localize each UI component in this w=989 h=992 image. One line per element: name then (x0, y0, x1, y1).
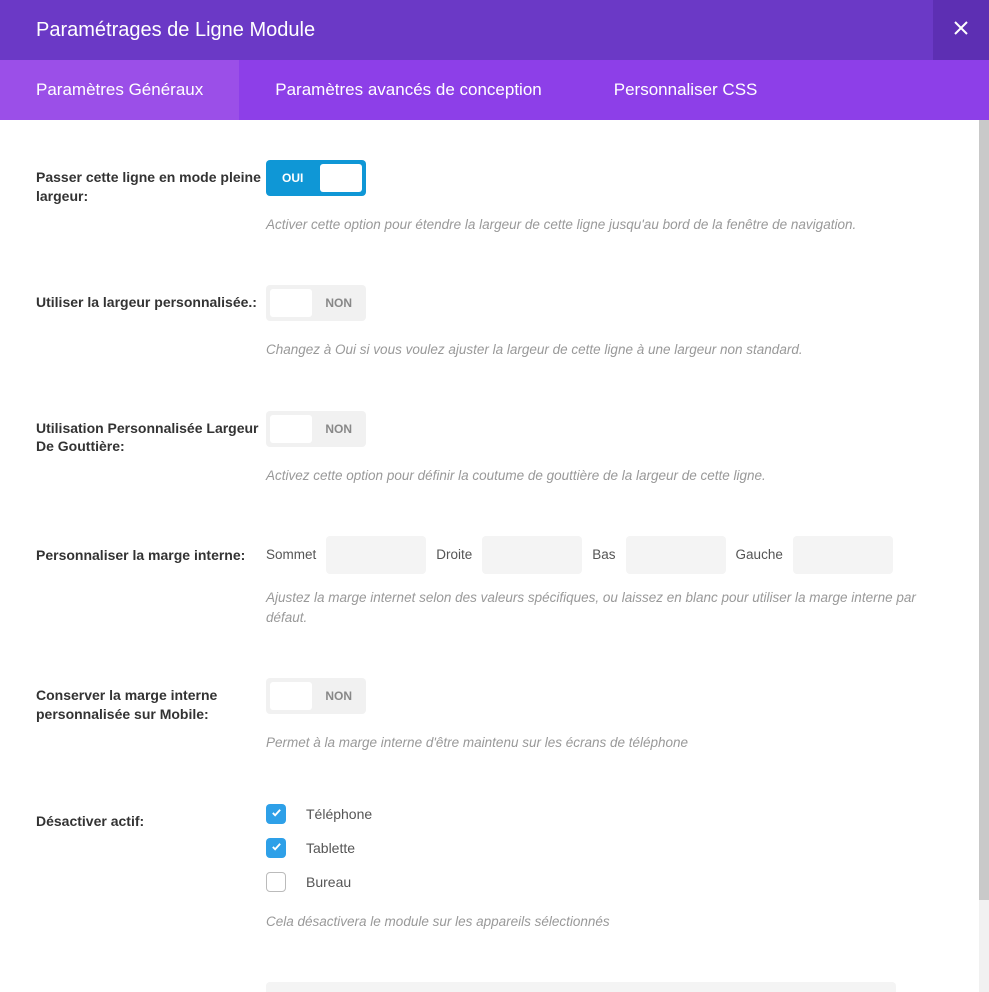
toggle-knob (270, 682, 312, 710)
padding-left-label: Gauche (736, 547, 783, 562)
field-label-wrap: Personnaliser la marge interne: (36, 536, 266, 629)
tab-general[interactable]: Paramètres Généraux (0, 60, 239, 120)
toggle-label-off: NON (325, 422, 352, 436)
toggle-gutter[interactable]: NON (266, 411, 366, 447)
toggle-custom-width[interactable]: NON (266, 285, 366, 321)
field-label-wrap: Conserver la marge interne personnalisée… (36, 678, 266, 753)
content-area: Passer cette ligne en mode pleine largeu… (0, 120, 989, 992)
close-button[interactable] (933, 0, 989, 60)
padding-right-label: Droite (436, 547, 472, 562)
disable-option-phone-row: Téléphone (266, 804, 953, 824)
field-label: Désactiver actif: (36, 812, 266, 831)
checkbox-phone[interactable] (266, 804, 286, 824)
disable-option-desktop-row: Bureau (266, 872, 953, 892)
toggle-knob (270, 289, 312, 317)
field-label: Conserver la marge interne personnalisée… (36, 686, 266, 724)
tab-label: Paramètres Généraux (36, 80, 203, 100)
field-admin-label: Étiquette Admin: (36, 982, 953, 992)
close-icon (954, 21, 968, 40)
field-label: Utilisation Personnalisée Largeur De Gou… (36, 419, 266, 457)
toggle-knob (270, 415, 312, 443)
padding-right-group: Droite (436, 536, 582, 574)
disable-option-tablet-row: Tablette (266, 838, 953, 858)
checkbox-tablet[interactable] (266, 838, 286, 858)
padding-top-label: Sommet (266, 547, 316, 562)
toggle-label-off: NON (325, 296, 352, 310)
modal-title: Paramétrages de Ligne Module (36, 19, 315, 42)
field-desc: Activez cette option pour définir la cou… (266, 466, 953, 486)
check-icon (271, 839, 282, 857)
field-control: NON Permet à la marge interne d'être mai… (266, 678, 953, 753)
field-label-wrap: Passer cette ligne en mode pleine largeu… (36, 160, 266, 235)
field-desc: Cela désactivera le module sur les appar… (266, 912, 953, 932)
field-label-wrap: Utilisation Personnalisée Largeur De Gou… (36, 411, 266, 486)
field-control: Téléphone Tablette Bureau Cela désactive… (266, 804, 953, 932)
admin-label-input[interactable] (266, 982, 896, 992)
modal-header: Paramétrages de Ligne Module (0, 0, 989, 60)
field-label: Personnaliser la marge interne: (36, 546, 266, 565)
field-custom-width: Utiliser la largeur personnalisée.: NON … (36, 285, 953, 360)
toggle-knob (320, 164, 362, 192)
padding-top-input[interactable] (326, 536, 426, 574)
field-padding: Personnaliser la marge interne: Sommet D… (36, 536, 953, 629)
tabs: Paramètres Généraux Paramètres avancés d… (0, 60, 989, 120)
padding-left-group: Gauche (736, 536, 893, 574)
field-label: Passer cette ligne en mode pleine largeu… (36, 168, 266, 206)
field-control: NON Changez à Oui si vous voulez ajuster… (266, 285, 953, 360)
toggle-fullwidth[interactable]: OUI (266, 160, 366, 196)
field-desc: Activer cette option pour étendre la lar… (266, 215, 953, 235)
field-desc: Permet à la marge interne d'être mainten… (266, 733, 953, 753)
checkbox-label: Téléphone (306, 806, 372, 822)
padding-bottom-input[interactable] (626, 536, 726, 574)
toggle-label-off: NON (325, 689, 352, 703)
field-control: NON Activez cette option pour définir la… (266, 411, 953, 486)
field-keep-mobile: Conserver la marge interne personnalisée… (36, 678, 953, 753)
padding-inputs: Sommet Droite Bas Gauche (266, 536, 953, 574)
field-desc: Changez à Oui si vous voulez ajuster la … (266, 340, 953, 360)
tab-css[interactable]: Personnaliser CSS (578, 60, 794, 120)
tab-design[interactable]: Paramètres avancés de conception (239, 60, 578, 120)
checkbox-label: Tablette (306, 840, 355, 856)
tab-label: Personnaliser CSS (614, 80, 758, 100)
field-control: OUI Activer cette option pour étendre la… (266, 160, 953, 235)
check-icon (271, 805, 282, 823)
checkbox-desktop[interactable] (266, 872, 286, 892)
padding-top-group: Sommet (266, 536, 426, 574)
field-label: Utiliser la largeur personnalisée.: (36, 293, 266, 312)
field-gutter: Utilisation Personnalisée Largeur De Gou… (36, 411, 953, 486)
toggle-label-on: OUI (282, 171, 303, 185)
padding-bottom-label: Bas (592, 547, 615, 562)
field-fullwidth: Passer cette ligne en mode pleine largeu… (36, 160, 953, 235)
tab-label: Paramètres avancés de conception (275, 80, 542, 100)
scrollbar-thumb[interactable] (979, 120, 989, 900)
field-desc: Ajustez la marge internet selon des vale… (266, 588, 953, 629)
field-disable: Désactiver actif: Téléphone Tablette Bur… (36, 804, 953, 932)
toggle-keep-mobile[interactable]: NON (266, 678, 366, 714)
field-label-wrap: Désactiver actif: (36, 804, 266, 932)
field-label-wrap: Utiliser la largeur personnalisée.: (36, 285, 266, 360)
padding-bottom-group: Bas (592, 536, 725, 574)
field-control: Sommet Droite Bas Gauche Ajustez la marg… (266, 536, 953, 629)
padding-left-input[interactable] (793, 536, 893, 574)
padding-right-input[interactable] (482, 536, 582, 574)
field-control (266, 982, 953, 992)
checkbox-label: Bureau (306, 874, 351, 890)
field-label-wrap: Étiquette Admin: (36, 982, 266, 992)
